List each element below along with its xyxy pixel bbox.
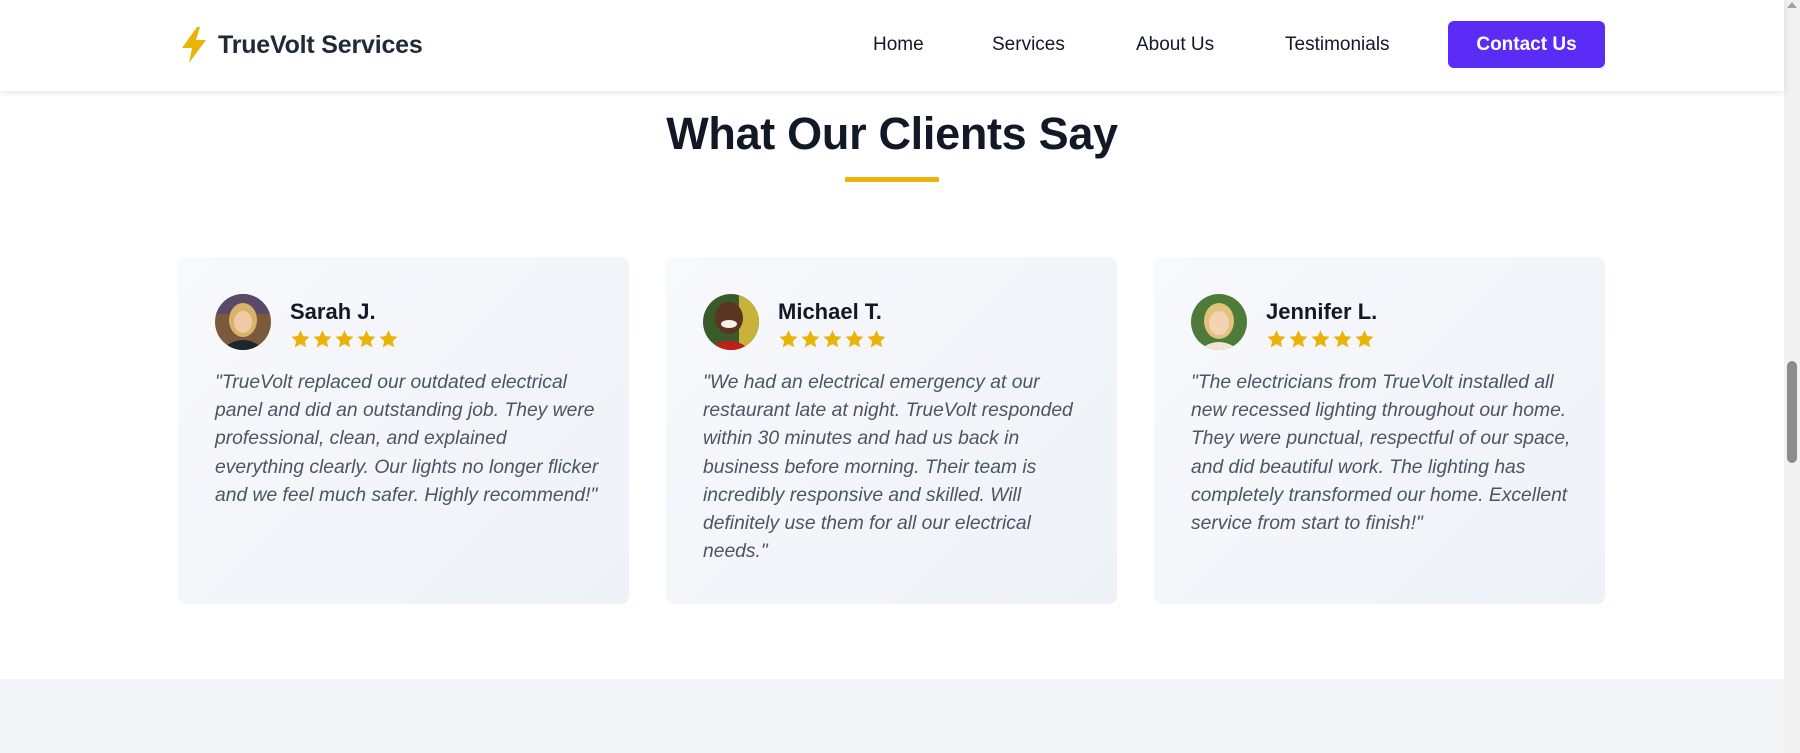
scrollbar-thumb[interactable]: [1787, 361, 1797, 463]
avatar-photo-michael: [703, 294, 759, 350]
nav-about-link[interactable]: About Us: [1136, 34, 1214, 56]
contact-us-button[interactable]: Contact Us: [1448, 21, 1605, 68]
star-icon: [779, 330, 798, 348]
nav-home-link[interactable]: Home: [873, 34, 924, 56]
star-icon: [313, 330, 332, 348]
star-icon: [291, 330, 310, 348]
avatar-photo-sarah: [215, 294, 271, 350]
testimonial-card: Jennifer L. "The electricians from TrueV…: [1154, 257, 1605, 604]
avatar-photo-jennifer: [1191, 294, 1247, 350]
star-icon: [1267, 330, 1286, 348]
star-icon: [801, 330, 820, 348]
testimonial-quote: "The electricians from TrueVolt installe…: [1191, 372, 1571, 535]
page: TrueVolt Services Home Services About Us…: [0, 0, 1784, 753]
title-underline: [845, 177, 939, 182]
avatar: [703, 294, 759, 350]
testimonial-quote: "We had an electrical emergency at our r…: [703, 372, 1073, 563]
nav-services-link[interactable]: Services: [992, 34, 1065, 56]
client-name: Michael T.: [778, 299, 882, 324]
testimonial-quote: "TrueVolt replaced our outdated electric…: [215, 372, 599, 506]
star-icon: [1333, 330, 1352, 348]
star-rating: [1266, 329, 1375, 350]
page-scrollbar[interactable]: [1784, 0, 1800, 753]
star-icon: [823, 330, 842, 348]
lightning-bolt-icon: [182, 27, 206, 63]
star-icon: [867, 330, 886, 348]
client-name: Jennifer L.: [1266, 299, 1378, 324]
nav-testimonials-link[interactable]: Testimonials: [1285, 34, 1390, 56]
testimonial-card: Sarah J. "TrueVolt replaced our outdated…: [178, 257, 629, 604]
brand-logo[interactable]: TrueVolt Services: [178, 26, 423, 64]
star-icon: [357, 330, 376, 348]
star-rating: [778, 329, 887, 350]
star-icon: [845, 330, 864, 348]
scroll-up-arrow-icon[interactable]: [1787, 2, 1797, 8]
client-name: Sarah J.: [290, 299, 376, 324]
next-section-band: [0, 679, 1784, 753]
site-header: TrueVolt Services Home Services About Us…: [0, 0, 1784, 91]
testimonial-card: Michael T. "We had an electrical emergen…: [666, 257, 1117, 604]
star-icon: [1311, 330, 1330, 348]
star-icon: [379, 330, 398, 348]
star-icon: [1289, 330, 1308, 348]
avatar: [1191, 294, 1247, 350]
star-icon: [335, 330, 354, 348]
brand-name: TrueVolt Services: [218, 30, 423, 59]
star-icon: [1355, 330, 1374, 348]
avatar: [215, 294, 271, 350]
star-rating: [290, 329, 399, 350]
testimonials-title: What Our Clients Say: [666, 108, 1118, 159]
